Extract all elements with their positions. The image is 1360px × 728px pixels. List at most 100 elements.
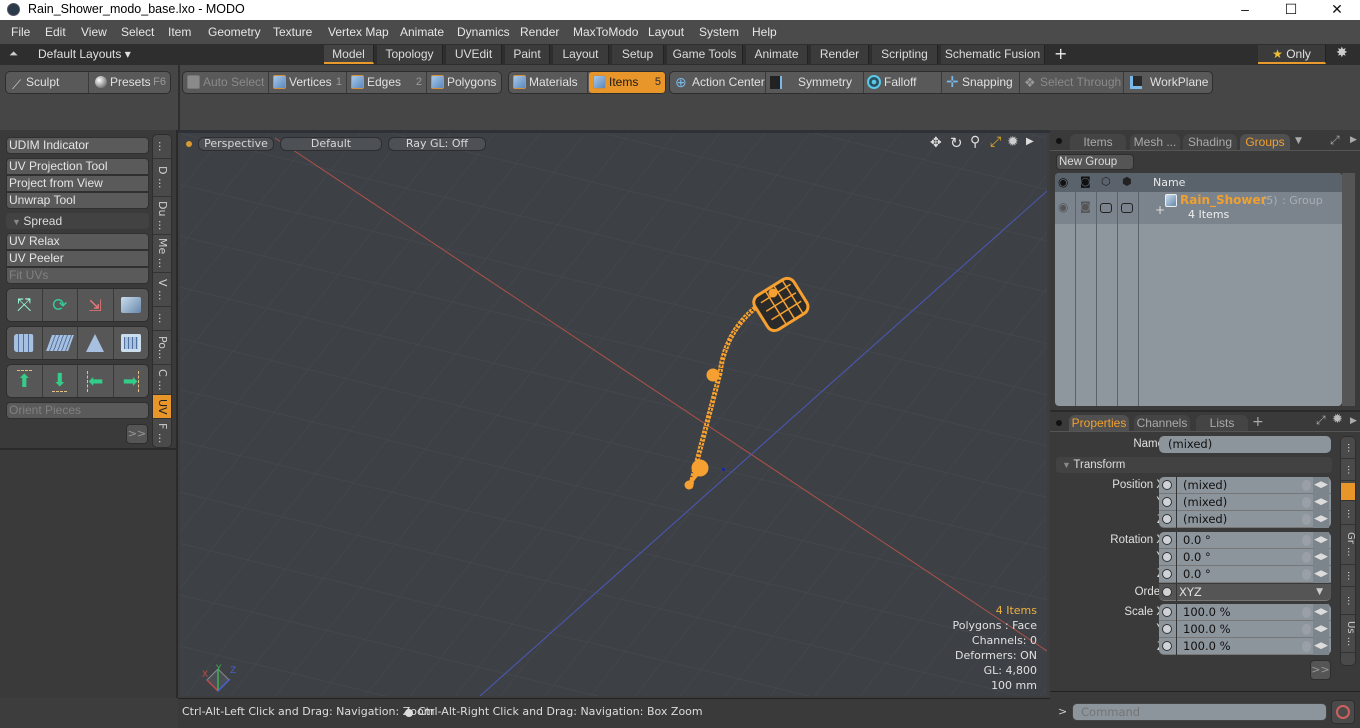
rotation-order-dropdown[interactable]: XYZ ▼ [1159,584,1331,601]
rvtab-6[interactable]: ... [1341,587,1356,615]
add-properties-tab-button[interactable]: + [1252,414,1264,430]
spherical-projection-button[interactable] [114,327,149,359]
expand-group-icon[interactable]: + [1155,203,1165,217]
render-camera-icon[interactable]: ◙ [1080,175,1091,188]
menu-render[interactable]: Render [520,25,559,39]
command-input[interactable] [1072,703,1327,721]
polygons-button[interactable]: Polygons [427,72,501,93]
rotation-x-field[interactable]: 0.0 ° ◀▶ [1159,532,1331,549]
rotate-view-icon[interactable]: ↻ [950,134,963,152]
maximize-view-icon[interactable]: ⤢ [990,134,1001,150]
scale-z-field[interactable]: 100.0 % ◀▶ [1159,638,1331,655]
row-render-camera-icon[interactable]: ◙ [1080,200,1091,213]
items-button[interactable]: Items 5 [589,72,665,93]
menu-item[interactable]: Item [168,25,191,39]
row-select-checkbox[interactable] [1121,203,1133,213]
vtab-f[interactable]: F ... [153,419,171,447]
rvtab-gr[interactable]: Gr ... [1341,525,1356,565]
udim-indicator-button[interactable]: UDIM Indicator [6,137,149,154]
scale-x-keyframe-dot[interactable] [1162,607,1172,617]
position-y-keyframe-dot[interactable] [1162,497,1172,507]
scale-x-field[interactable]: 100.0 % ◀▶ [1159,604,1331,621]
properties-menu-arrow-icon[interactable]: ▶ [1350,416,1357,426]
rotation-y-anim-icon[interactable] [1302,552,1311,563]
new-group-button[interactable]: New Group [1056,154,1134,170]
perspective-projection-button[interactable] [78,327,114,359]
tab-game-tools[interactable]: Game Tools [667,45,743,64]
panel-menu-arrow-icon[interactable]: ▶ [1350,135,1357,145]
fit-uvs-button[interactable]: Fit UVs [6,267,149,284]
rotation-y-field[interactable]: 0.0 ° ◀▶ [1159,549,1331,566]
visibility-eye-icon[interactable]: ◉ [1058,175,1068,189]
rvtab-0[interactable]: ... [1341,437,1356,459]
align-bottom-button[interactable]: ⬇ [43,365,78,397]
row-visibility-eye-icon[interactable]: ◉ [1058,200,1068,214]
vtab-5[interactable]: ... [153,307,171,331]
scale-y-slider-arrows[interactable]: ◀▶ [1313,621,1329,638]
menu-layout[interactable]: Layout [648,25,684,39]
orient-pieces-button[interactable]: Orient Pieces [6,402,149,419]
tab-items[interactable]: Items [1070,134,1126,150]
menu-geometry[interactable]: Geometry [208,25,261,39]
record-macro-button[interactable] [1331,700,1355,724]
tab-render[interactable]: Render [811,45,869,64]
default-layouts-dropdown[interactable]: Default Layouts ▾ [38,47,131,61]
tab-properties[interactable]: Properties [1069,415,1129,431]
vtab-0[interactable]: ... [153,135,171,159]
menu-edit[interactable]: Edit [45,25,66,39]
menu-dynamics[interactable]: Dynamics [457,25,510,39]
select-through-button[interactable]: ❖ Select Through [1020,72,1124,93]
more-tools-button[interactable]: >> [126,424,148,444]
row-lock-checkbox[interactable] [1100,203,1112,213]
vtab-du[interactable]: Du ... [153,197,171,235]
uv-move-tool-button[interactable]: ⤧ [7,289,43,321]
shading-style-dropdown[interactable]: Default [280,137,382,151]
rotation-y-slider-arrows[interactable]: ◀▶ [1313,549,1329,566]
position-x-field[interactable]: (mixed) ◀▶ [1159,477,1331,494]
rvtab-1[interactable]: ... [1341,459,1356,481]
scale-x-slider-arrows[interactable]: ◀▶ [1313,604,1329,621]
materials-button[interactable]: Materials [509,72,588,93]
menu-select[interactable]: Select [121,25,154,39]
scale-x-anim-icon[interactable] [1302,607,1311,618]
rvtab-active[interactable] [1341,483,1355,501]
symmetry-button[interactable]: Symmetry [766,72,864,93]
expand-panel-icon[interactable]: ⤢ [1330,133,1340,148]
lock-cube-icon[interactable]: ⬡ [1101,175,1111,188]
collapse-arrow-icon[interactable]: ⏶ [9,47,18,61]
pan-icon[interactable]: ✥ [930,135,942,151]
zoom-view-icon[interactable]: ⚲ [970,134,980,150]
tab-layout[interactable]: Layout [553,45,609,64]
scale-z-keyframe-dot[interactable] [1162,641,1172,651]
tab-paint[interactable]: Paint [505,45,550,64]
uv-rotate-tool-button[interactable]: ⟳ [43,289,78,321]
position-y-anim-icon[interactable] [1302,497,1311,508]
align-right-button[interactable]: ➡ [114,365,149,397]
tab-groups[interactable]: Groups [1240,134,1290,150]
uv-flip-tool-button[interactable] [114,289,149,321]
view-type-dropdown[interactable]: Perspective [198,137,274,151]
sculpt-button[interactable]: ⟋ Sculpt [6,72,89,93]
add-tab-button[interactable]: + [1054,44,1067,63]
maximize-button[interactable]: ☐ [1268,0,1314,20]
tab-uvedit[interactable]: UVEdit [446,45,502,64]
rotation-z-slider-arrows[interactable]: ◀▶ [1313,566,1329,583]
align-left-button[interactable]: ⬅ [78,365,114,397]
gear-icon[interactable]: ✸ [1336,45,1348,61]
scale-y-anim-icon[interactable] [1302,624,1311,635]
vtab-me[interactable]: Me ... [153,235,171,273]
position-z-anim-icon[interactable] [1302,514,1311,525]
menu-maxtomodo[interactable]: MaxToModo [573,25,638,39]
snapping-button[interactable]: ✛ Snapping [942,72,1020,93]
scale-y-field[interactable]: 100.0 % ◀▶ [1159,621,1331,638]
position-x-keyframe-dot[interactable] [1162,480,1172,490]
project-from-view-button[interactable]: Project from View [6,175,149,192]
position-z-slider-arrows[interactable]: ◀▶ [1313,511,1329,528]
workplane-button[interactable]: WorkPlane [1124,72,1212,93]
transform-section-header[interactable]: ▼ Transform [1056,457,1332,473]
viewport-menu-arrow-icon[interactable]: ▶ [1026,136,1034,147]
vtab-d[interactable]: D ... [153,159,171,197]
tab-lists[interactable]: Lists [1196,415,1248,431]
vtab-v[interactable]: V ... [153,273,171,307]
vertices-button[interactable]: Vertices 1 [269,72,347,93]
